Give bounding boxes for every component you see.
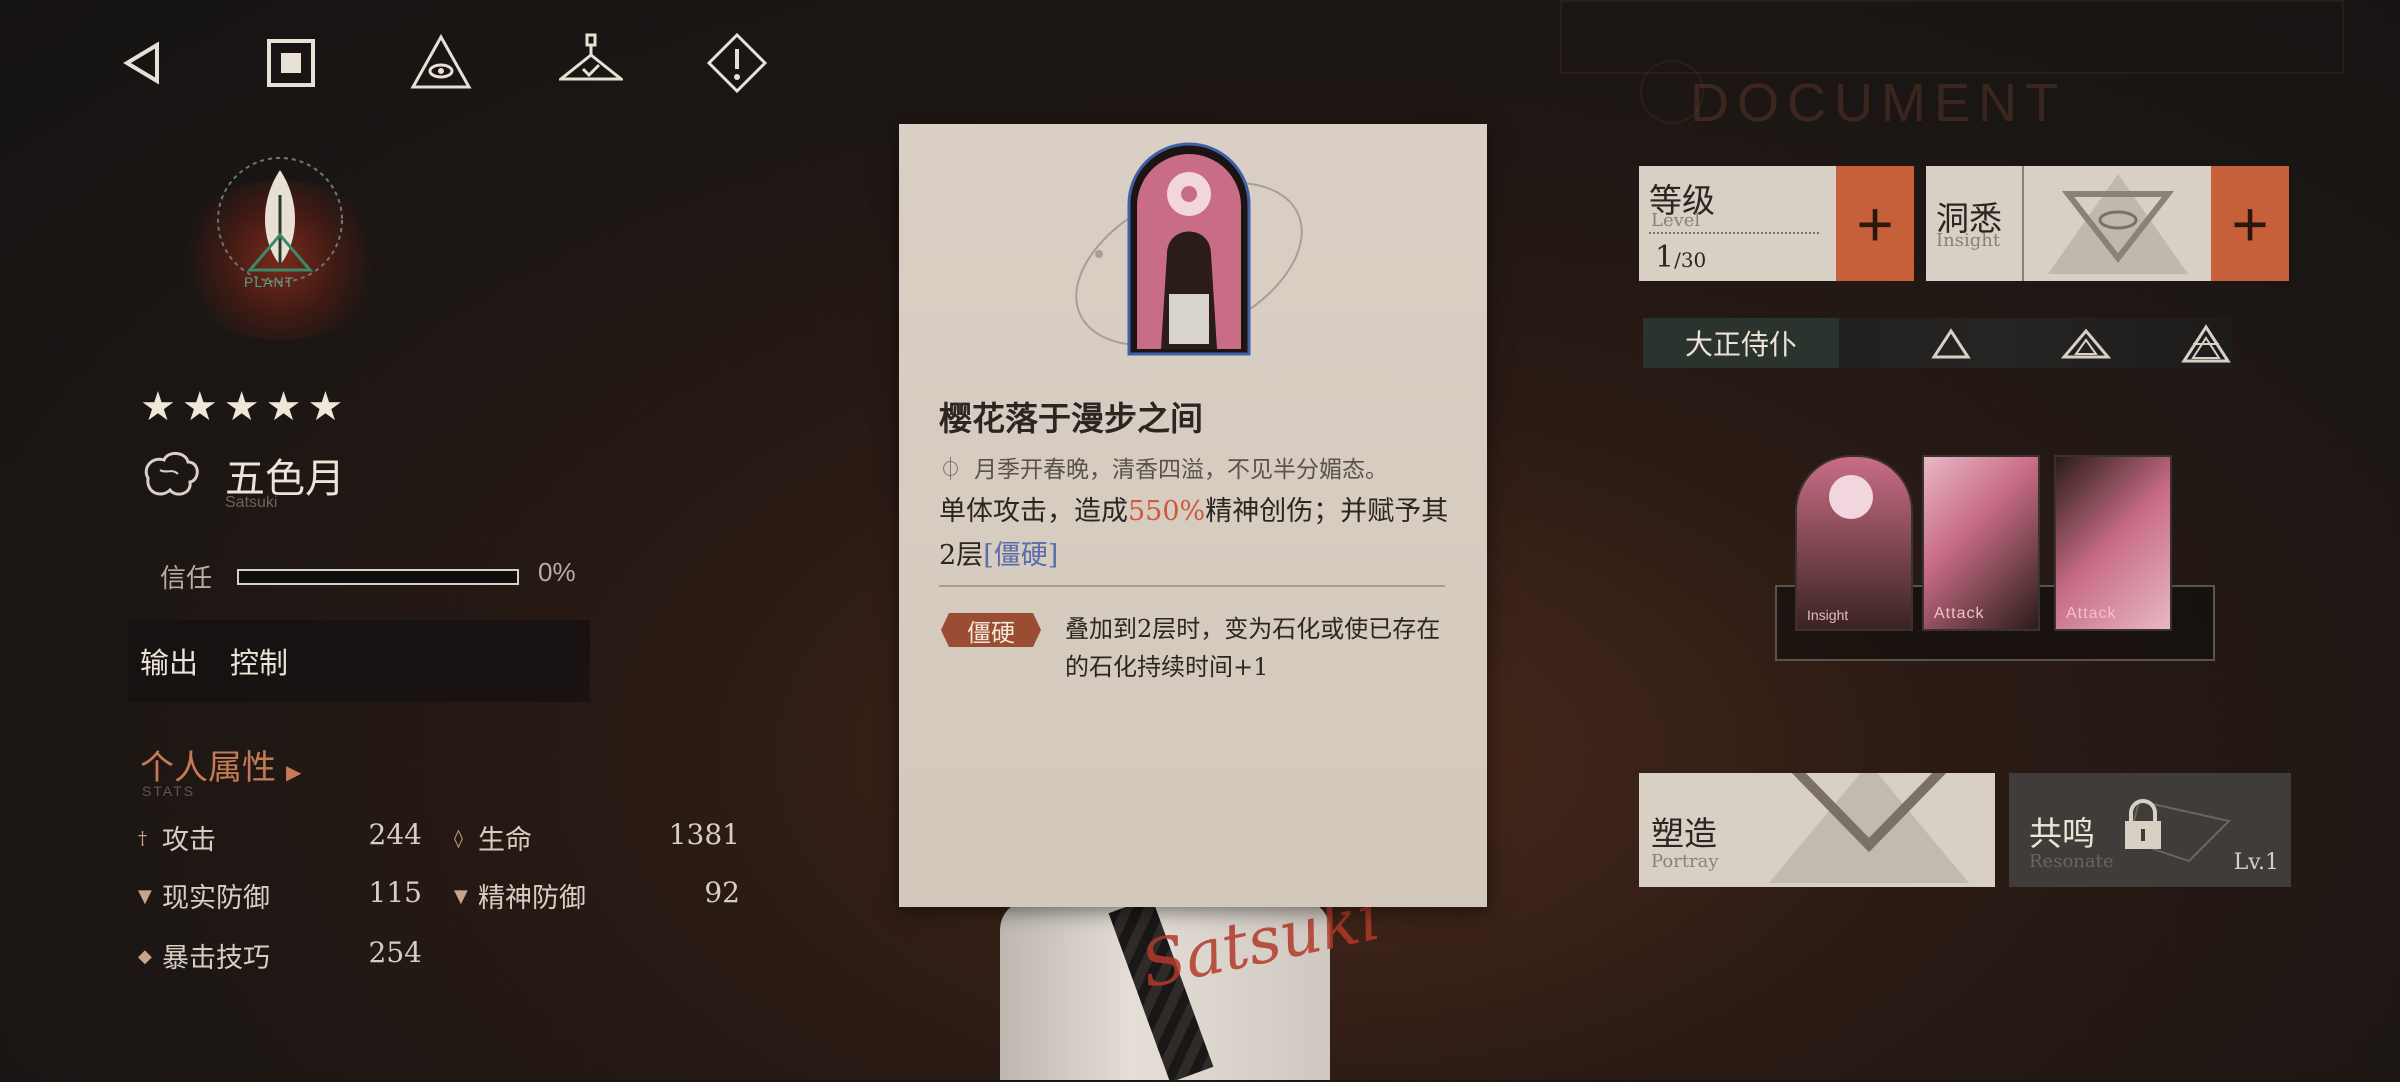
info-button[interactable] (702, 28, 772, 98)
card-type-label: Attack (2066, 605, 2117, 622)
rarity-stars: ★★★★★ (140, 384, 350, 430)
background-sun-mark (1640, 60, 1704, 124)
afflatus-emblem: PLANT (170, 140, 390, 340)
trust-value: 0% (538, 557, 576, 587)
shield-icon: ▼ (138, 885, 152, 907)
stat-value: 1381 (668, 818, 740, 851)
rank-bar: 大正侍仆 (1643, 318, 2233, 368)
status-description: 叠加到2层时，变为石化或使已存在的石化持续时间+1 (1065, 615, 1441, 681)
skill-card-insight[interactable]: Insight (1795, 455, 1913, 631)
home-button[interactable] (256, 28, 326, 98)
stat-label: 暴击技巧 (162, 943, 270, 974)
mental-brain-icon (138, 448, 202, 504)
skill-art-frame (1075, 142, 1303, 356)
stat-value: 244 (368, 818, 422, 851)
stats-title-button[interactable]: 个人属性 ▶ (140, 740, 301, 789)
back-button[interactable] (108, 28, 178, 98)
stat-label: 生命 (478, 825, 532, 856)
stats-subtitle: STATS (142, 783, 196, 799)
stat-value: 92 (704, 876, 740, 909)
lock-icon (2125, 799, 2161, 849)
stat-hp: ◊ 生命 (454, 818, 532, 857)
shield-icon: ▼ (454, 885, 468, 907)
stats-title: 个人属性 (140, 748, 276, 788)
portray-label: 塑造 (1651, 814, 1717, 853)
stat-label: 攻击 (162, 825, 216, 856)
resonate-button[interactable]: 共鸣 Resonate Lv.1 (2009, 773, 2291, 887)
eye-triangle-icon (410, 33, 472, 89)
skill-description: 单体攻击，造成550%精神创伤；并赋予其2层[僵硬] (939, 490, 1459, 578)
resonate-level: Lv.1 (2233, 850, 2279, 875)
skill-flavor: ⏀ 月季开春晚，清香四溢，不见半分媚态。 (939, 450, 1388, 484)
level-up-button[interactable]: + (1836, 166, 1914, 281)
rank-label: 大正侍仆 (1643, 318, 1839, 368)
level-value: 1/30 (1655, 240, 1706, 275)
stop-square-icon (267, 39, 315, 87)
skill-detail-card[interactable]: 樱花落于漫步之间 ⏀ 月季开春晚，清香四溢，不见半分媚态。 单体攻击，造成550%… (899, 124, 1487, 907)
stat-label: 精神防御 (478, 883, 586, 914)
insight-3-icon (2181, 324, 2231, 363)
role-tags: 输出 控制 (128, 620, 590, 702)
card-type-label: Insight (1807, 607, 1849, 623)
warning-diamond-icon (706, 32, 768, 94)
background-watermark: DOCUMENT (1690, 73, 2066, 133)
diamond-icon: ◆ (138, 945, 152, 967)
skill-card-attack[interactable]: Attack (1922, 455, 2040, 631)
stat-mental-def: ▼ 精神防御 (454, 876, 586, 915)
portray-label-en: Portray (1651, 851, 1719, 872)
chevron-right-icon: ▶ (286, 760, 302, 784)
flower-icon (1829, 475, 1873, 519)
level-current: 1 (1655, 240, 1675, 275)
insight-1-icon (1931, 328, 1971, 359)
flavor-icon: ⏀ (939, 457, 962, 483)
portray-triangle-icon (1769, 773, 1969, 883)
card-type-label: Attack (1934, 605, 1985, 622)
stat-label: 现实防御 (162, 883, 270, 914)
stat-attack: † 攻击 (138, 818, 216, 857)
divider (2022, 166, 2024, 281)
vision-button[interactable] (406, 28, 476, 98)
sword-icon: † (138, 827, 147, 849)
status-badge: 僵硬 (941, 613, 1041, 647)
desc-keyword-link[interactable]: [僵硬] (983, 540, 1058, 571)
resonate-label: 共鸣 (2029, 814, 2095, 853)
stat-value: 115 (368, 876, 422, 909)
stat-value: 254 (368, 936, 422, 969)
insight-label-en: Insight (1936, 230, 2001, 251)
stat-crit: ◆ 暴击技巧 (138, 936, 270, 975)
back-triangle-icon (123, 41, 159, 85)
character-name-en: Satsuki (225, 494, 278, 511)
trust-bar (237, 569, 519, 585)
hanger-icon (559, 33, 623, 81)
skill-flavor-text: 月季开春晚，清香四溢，不见半分媚态。 (974, 457, 1388, 483)
desc-text: 单体攻击，造成 (939, 496, 1128, 527)
insight-up-button[interactable]: + (2211, 166, 2289, 281)
stat-reality-def: ▼ 现实防御 (138, 876, 270, 915)
divider (1649, 232, 1819, 234)
afflatus-label: PLANT (244, 274, 295, 290)
level-max: /30 (1674, 248, 1707, 272)
role-tag: 控制 (230, 646, 289, 680)
insight-panel: 洞悉 Insight + (1926, 166, 2289, 281)
role-tag: 输出 (140, 646, 199, 680)
insight-2-icon (2061, 328, 2111, 359)
skill-card-attack[interactable]: Attack (2054, 455, 2172, 631)
drop-icon: ◊ (454, 827, 463, 849)
trust-label: 信任 (160, 564, 213, 594)
resonate-label-en: Resonate (2029, 851, 2114, 872)
portray-button[interactable]: 塑造 Portray (1639, 773, 1995, 887)
insight-triangle-icon (2048, 174, 2188, 274)
wardrobe-button[interactable] (556, 28, 626, 98)
desc-multiplier: 550% (1128, 496, 1206, 527)
level-label-en: Level (1651, 210, 1701, 231)
skill-title: 樱花落于漫步之间 (939, 399, 1203, 438)
divider (939, 585, 1445, 587)
level-panel: 等级 Level 1/30 + (1639, 166, 1914, 281)
